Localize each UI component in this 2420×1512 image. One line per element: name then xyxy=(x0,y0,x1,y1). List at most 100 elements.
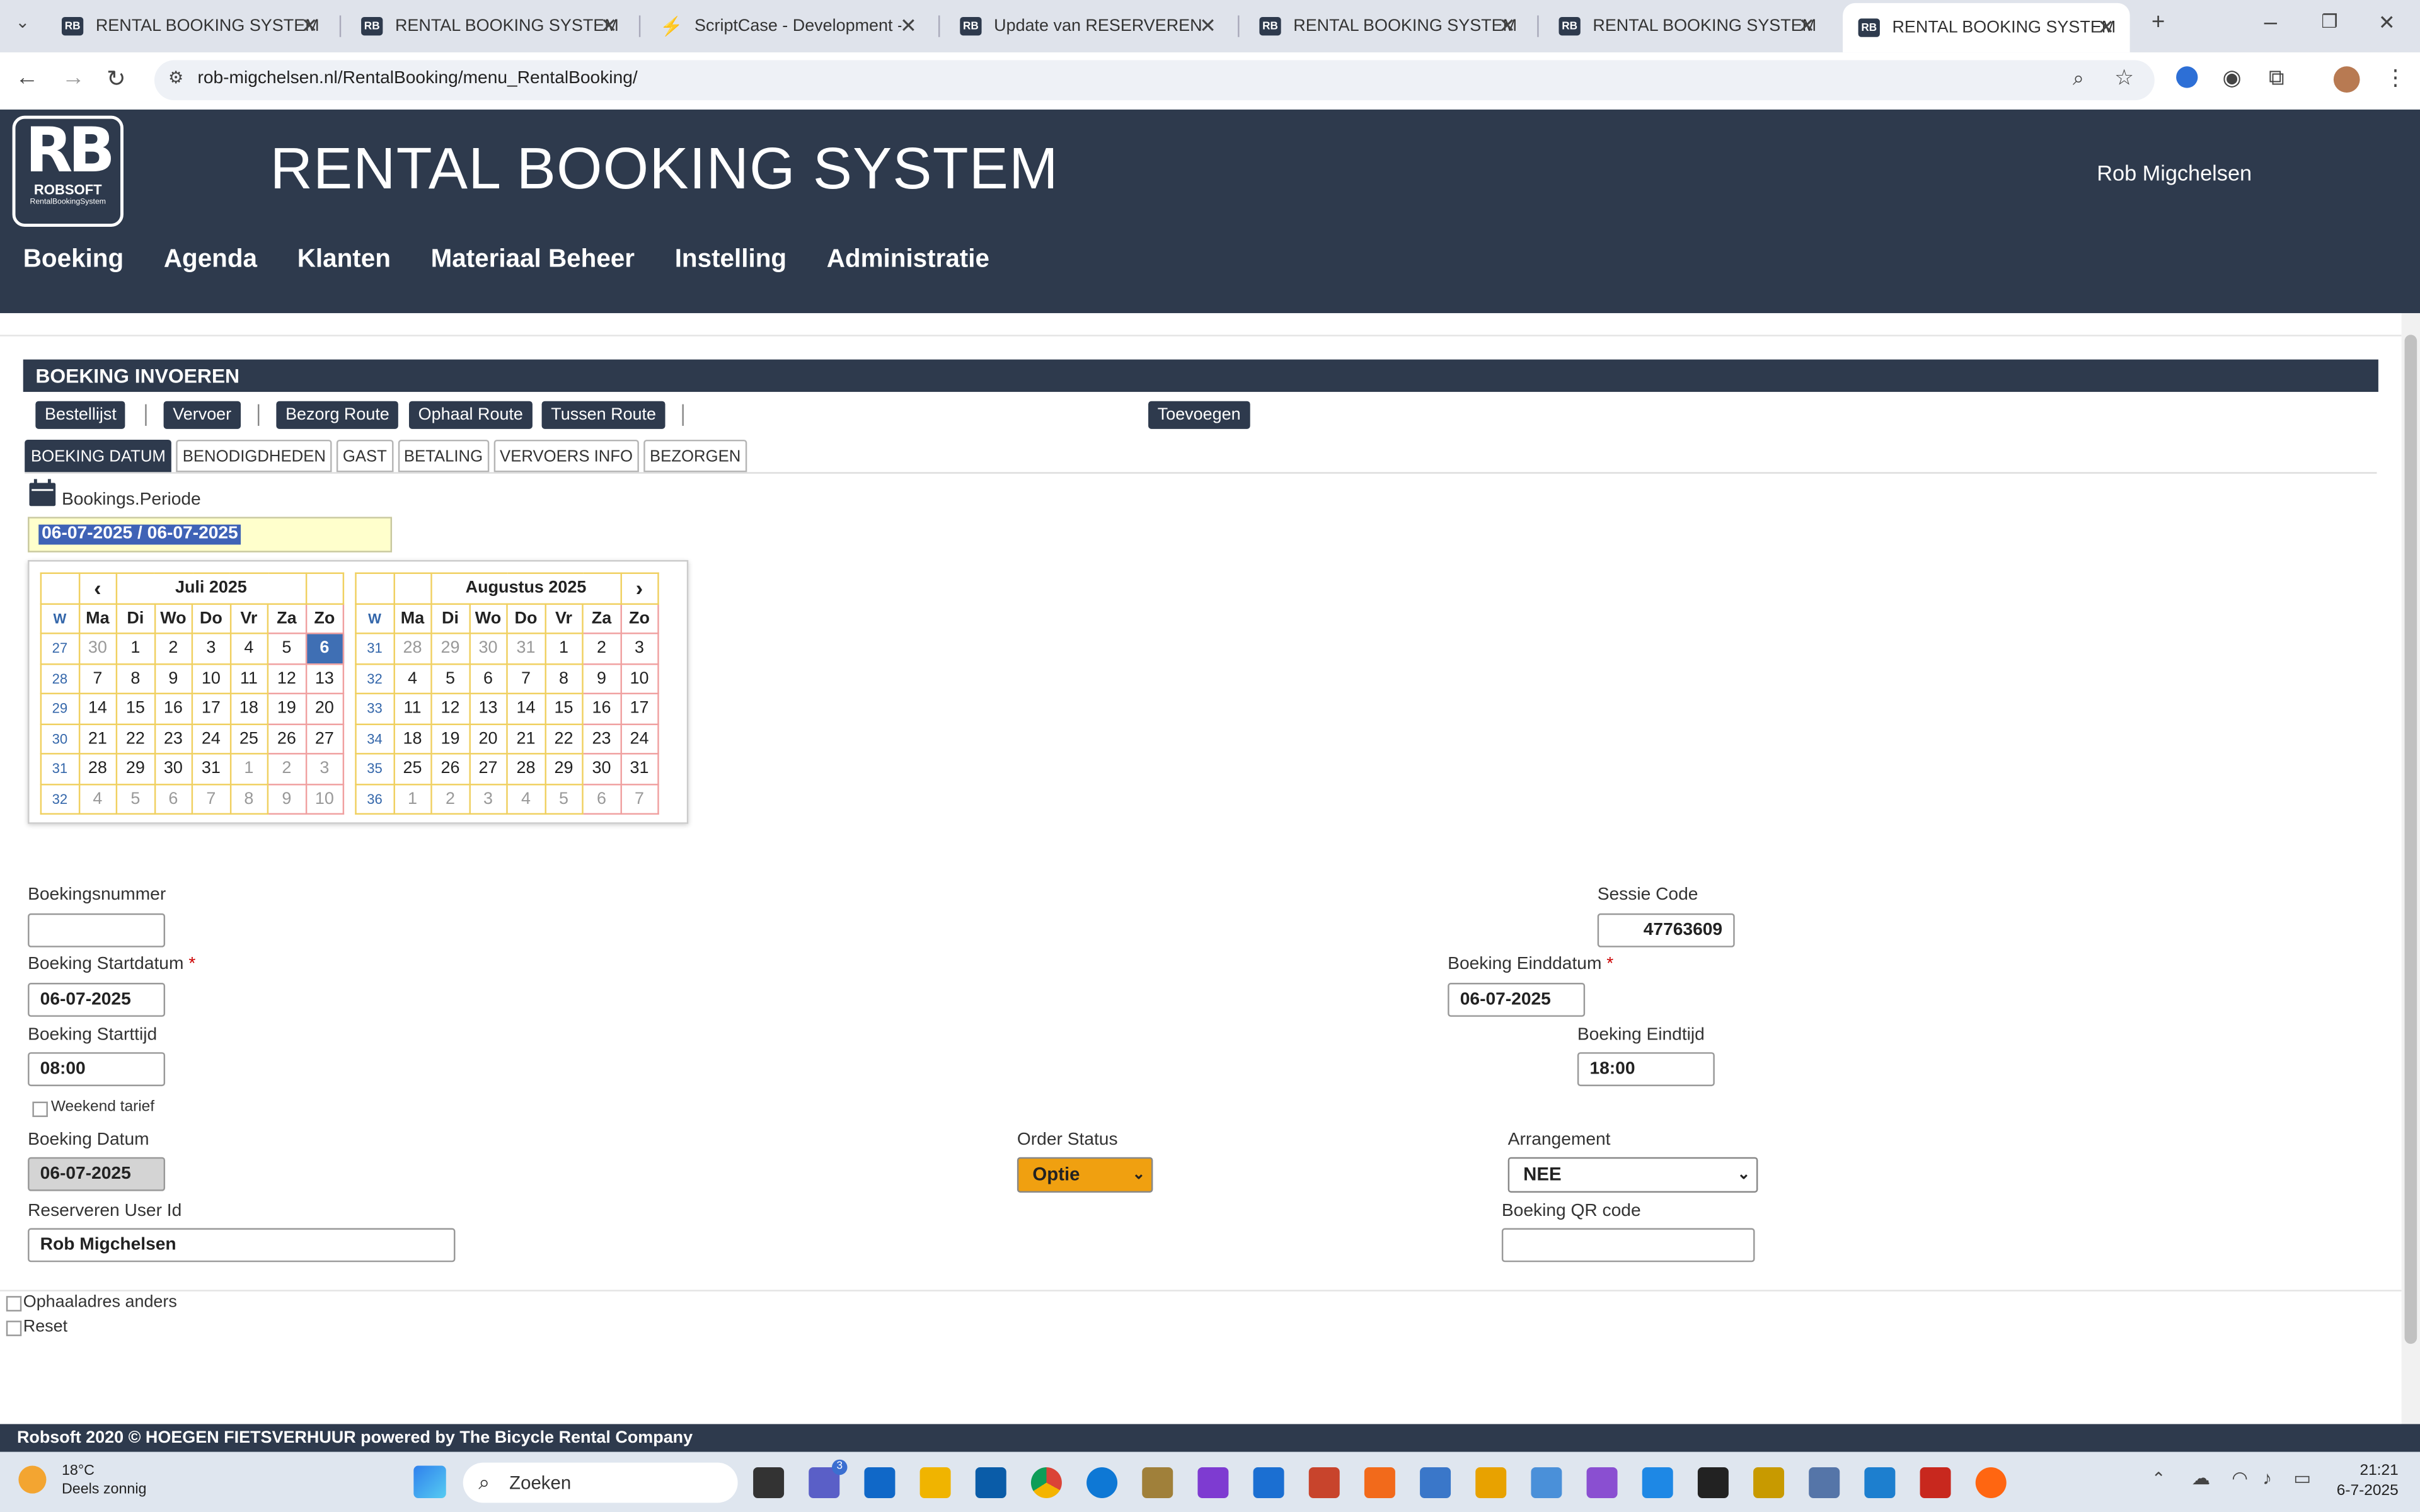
period-input[interactable]: 06-07-2025 / 06-07-2025 xyxy=(28,517,393,553)
restore-icon[interactable]: ❐ xyxy=(2321,11,2337,32)
browser-tab[interactable]: RB RENTAL BOOKING SYSTEM ✕ xyxy=(1543,6,1831,47)
bezorg-route-button[interactable]: Bezorg Route xyxy=(276,401,399,429)
calendar-day[interactable]: 31 xyxy=(191,753,231,785)
calendar-day[interactable]: 10 xyxy=(191,662,231,695)
calendar-day[interactable]: 17 xyxy=(619,692,659,724)
calendar-day[interactable]: 7 xyxy=(191,782,231,815)
calendar-day[interactable]: 11 xyxy=(393,692,432,724)
browser-tab[interactable]: RB Update van RESERVEREN ✕ xyxy=(945,6,1232,47)
app-z-icon[interactable] xyxy=(1753,1467,1785,1498)
close-window-icon[interactable]: ✕ xyxy=(2378,11,2395,35)
calendar-day[interactable]: 7 xyxy=(506,662,546,695)
calendar-day[interactable]: 5 xyxy=(544,782,584,815)
startdatum-input[interactable]: 06-07-2025 xyxy=(28,983,166,1017)
affinity-photo-icon[interactable] xyxy=(1197,1467,1229,1498)
calendar-day[interactable]: 6 xyxy=(582,782,621,815)
calendar-day[interactable]: 5 xyxy=(115,782,156,815)
browser-tab[interactable]: RB RENTAL BOOKING SYSTEM ✕ xyxy=(1244,6,1531,47)
calendar-day[interactable]: 8 xyxy=(229,782,269,815)
nav-materiaal-beheer[interactable]: Materiaal Beheer xyxy=(431,245,635,275)
scrollbar-thumb[interactable] xyxy=(2404,335,2417,1344)
browser-tab-active[interactable]: RB RENTAL BOOKING SYSTEM ✕ xyxy=(1843,3,2130,53)
calendar-day[interactable]: 21 xyxy=(506,723,546,755)
calendar-day[interactable]: 1 xyxy=(393,782,432,815)
tab-betaling[interactable]: BETALING xyxy=(398,439,489,472)
nav-agenda[interactable]: Agenda xyxy=(164,245,257,275)
calendar-day[interactable]: 18 xyxy=(229,692,269,724)
reload-icon[interactable]: ↻ xyxy=(107,65,126,93)
volume-icon[interactable]: ♪ xyxy=(2262,1467,2272,1489)
calendar-day[interactable]: 5 xyxy=(267,633,307,665)
calendar-day[interactable]: 28 xyxy=(506,753,546,785)
notepad-icon[interactable] xyxy=(1420,1467,1451,1498)
calendar-day[interactable]: 7 xyxy=(619,782,659,815)
calendar-day[interactable]: 23 xyxy=(153,723,193,755)
calendar-day[interactable]: 24 xyxy=(191,723,231,755)
extension-shield-icon[interactable]: ◉ xyxy=(2223,65,2242,91)
affinity-publisher-icon[interactable] xyxy=(1308,1467,1340,1498)
calendar-day[interactable]: 5 xyxy=(430,662,470,695)
calendar-day[interactable]: 15 xyxy=(544,692,584,724)
address-bar[interactable]: ⚙ rob-migchelsen.nl/RentalBooking/menu_R… xyxy=(154,60,2155,101)
calendar-day[interactable]: 1 xyxy=(229,753,269,785)
calendar-day[interactable]: 25 xyxy=(229,723,269,755)
edge-icon[interactable] xyxy=(1086,1467,1118,1498)
calendar-day[interactable]: 10 xyxy=(619,662,659,695)
calendar-day[interactable]: 10 xyxy=(304,782,345,815)
browser-menu-icon[interactable]: ⋮ xyxy=(2385,65,2406,91)
wifi-icon[interactable]: ◠ xyxy=(2232,1467,2248,1489)
calendar-day[interactable]: 9 xyxy=(153,662,193,695)
calendar-day[interactable]: 30 xyxy=(78,633,118,665)
nav-klanten[interactable]: Klanten xyxy=(297,245,391,275)
calendar-day[interactable]: 6 xyxy=(468,662,508,695)
app-icon[interactable] xyxy=(1142,1467,1173,1498)
calendar-day[interactable]: 30 xyxy=(582,753,621,785)
outlook-icon[interactable] xyxy=(864,1467,896,1498)
nav-boeking[interactable]: Boeking xyxy=(23,245,124,275)
calendar-day[interactable]: 26 xyxy=(267,723,307,755)
calendar-day[interactable]: 21 xyxy=(78,723,118,755)
network-app-icon[interactable] xyxy=(1809,1467,1840,1498)
close-tab-icon[interactable]: ✕ xyxy=(1499,14,1516,38)
next-month-button[interactable]: › xyxy=(619,572,659,604)
calendar-day[interactable]: 16 xyxy=(153,692,193,724)
app-orange-icon[interactable] xyxy=(1364,1467,1395,1498)
chrome-icon[interactable] xyxy=(1030,1467,1062,1498)
tab-benodigdheden[interactable]: BENODIGDHEDEN xyxy=(176,439,332,472)
firefox-icon[interactable] xyxy=(1975,1467,2007,1498)
calendar-day[interactable]: 17 xyxy=(191,692,231,724)
calendar-day[interactable]: 3 xyxy=(468,782,508,815)
tab-search-icon[interactable]: ⌄ xyxy=(15,13,30,32)
calendar-day[interactable]: 23 xyxy=(582,723,621,755)
back-icon[interactable]: ← xyxy=(15,65,38,91)
site-info-icon[interactable]: ⚙ xyxy=(168,68,183,88)
calendar-day[interactable]: 7 xyxy=(78,662,118,695)
calendar-day[interactable]: 28 xyxy=(78,753,118,785)
close-tab-icon[interactable]: ✕ xyxy=(2097,15,2114,40)
tussen-route-button[interactable]: Tussen Route xyxy=(541,401,666,429)
robsoft-logo[interactable]: RB ROBSOFT RentalBookingSystem xyxy=(12,115,124,227)
calendar-day[interactable]: 2 xyxy=(430,782,470,815)
file-explorer-icon[interactable] xyxy=(919,1467,951,1498)
calendar-day[interactable]: 4 xyxy=(229,633,269,665)
bestellijst-button[interactable]: Bestellijst xyxy=(35,401,126,429)
calendar-day[interactable]: 8 xyxy=(544,662,584,695)
order-status-select[interactable]: Optie ⌄ xyxy=(1017,1157,1153,1193)
calendar-day[interactable]: 29 xyxy=(544,753,584,785)
bookmark-star-icon[interactable]: ☆ xyxy=(2114,65,2134,91)
calendar-day[interactable]: 25 xyxy=(393,753,432,785)
calendar-day[interactable]: 26 xyxy=(430,753,470,785)
calendar-day[interactable]: 31 xyxy=(506,633,546,665)
calendar-day[interactable]: 9 xyxy=(267,782,307,815)
calendar-day[interactable]: 16 xyxy=(582,692,621,724)
user-id-input[interactable]: Rob Migchelsen xyxy=(28,1228,456,1263)
visual-studio-icon[interactable] xyxy=(1586,1467,1618,1498)
close-tab-icon[interactable]: ✕ xyxy=(900,14,917,38)
system-clock[interactable]: 21:21 6-7-2025 xyxy=(2337,1461,2399,1501)
selected-day[interactable]: 6 xyxy=(304,633,345,665)
nav-administratie[interactable]: Administratie xyxy=(827,245,989,275)
qr-code-input[interactable] xyxy=(1501,1228,1755,1263)
close-tab-icon[interactable]: ✕ xyxy=(601,14,618,38)
terminal-icon[interactable] xyxy=(1697,1467,1729,1498)
browser-tab[interactable]: ⚡ScriptCase - Development - rob✕ xyxy=(645,6,933,47)
